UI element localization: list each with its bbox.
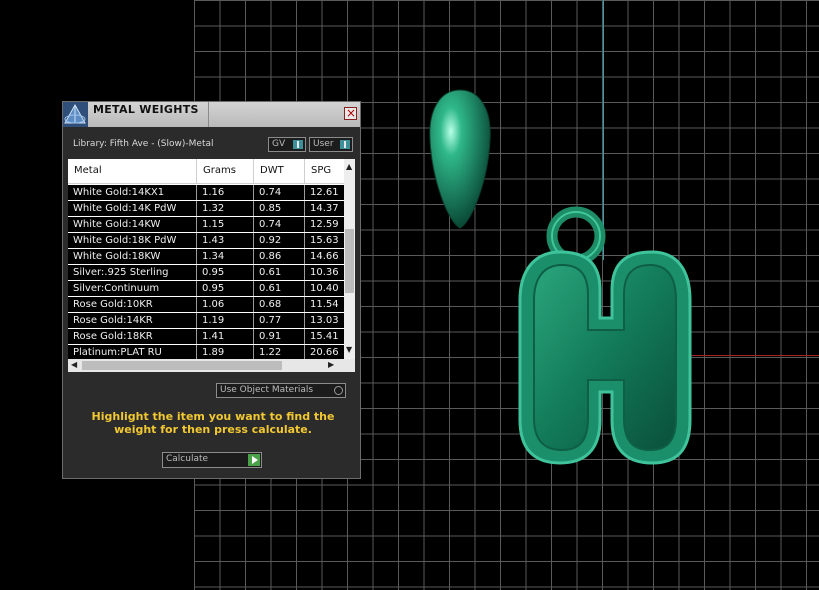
vertical-scroll-thumb[interactable] — [345, 229, 354, 293]
calculate-label: Calculate — [166, 454, 209, 464]
cell-metal: Silver:Continuum — [68, 281, 197, 296]
cell-grams: 0.95 — [197, 265, 254, 280]
dialog-title: METAL WEIGHTS — [93, 103, 199, 116]
table-row[interactable]: Silver:Continuum 0.95 0.61 10.40 — [68, 281, 344, 296]
cell-spg: 15.41 — [310, 331, 339, 342]
user-toggle-label: User — [313, 139, 334, 149]
close-button[interactable]: × — [344, 106, 357, 120]
table-row[interactable]: Silver:.925 Sterling 0.95 0.61 10.36 — [68, 265, 344, 280]
cell-dwt: 0.61 — [254, 265, 305, 280]
vertical-scrollbar[interactable]: ▲ ▼ — [344, 159, 355, 359]
table-row[interactable]: White Gold:14K PdW 1.32 0.85 14.37 — [68, 201, 344, 216]
table-row[interactable]: White Gold:18K PdW 1.43 0.92 15.63 — [68, 233, 344, 248]
cell-metal: White Gold:18KW — [68, 249, 197, 264]
cell-metal: White Gold:14KW — [68, 217, 197, 232]
table-row[interactable]: White Gold:18KW 1.34 0.86 14.66 — [68, 249, 344, 264]
cell-grams: 1.32 — [197, 201, 254, 216]
cell-metal: White Gold:18K PdW — [68, 233, 197, 248]
cell-spg: 10.40 — [310, 283, 339, 294]
close-icon: × — [346, 106, 357, 120]
cell-dwt: 0.61 — [254, 281, 305, 296]
horizontal-scrollbar[interactable]: ◀ ▶ — [68, 359, 355, 372]
cell-spg: 14.37 — [310, 203, 339, 214]
metal-weights-dialog: METAL WEIGHTS × Library: Fifth Ave - (Sl… — [62, 101, 361, 479]
cell-metal: White Gold:14KX1 — [68, 185, 197, 200]
dialog-titlebar[interactable]: METAL WEIGHTS × — [63, 102, 360, 127]
gv-toggle-label: GV — [272, 139, 286, 149]
cell-grams: 1.43 — [197, 233, 254, 248]
cell-spg: 15.63 — [310, 235, 339, 246]
column-header-spg[interactable]: SPG — [305, 159, 344, 183]
instruction-text: Highlight the item you want to find the … — [91, 410, 335, 436]
table-row[interactable]: White Gold:14KX1 1.16 0.74 12.61 — [68, 185, 344, 200]
cell-dwt: 0.74 — [254, 185, 305, 200]
cell-metal: Platinum:PLAT RU — [68, 345, 197, 360]
cell-dwt: 0.92 — [254, 233, 305, 248]
scroll-up-arrow-icon[interactable]: ▲ — [346, 162, 352, 171]
table-row[interactable]: Rose Gold:14KR 1.19 0.77 13.03 — [68, 313, 344, 328]
cell-metal: Silver:.925 Sterling — [68, 265, 197, 280]
cell-grams: 1.15 — [197, 217, 254, 232]
teardrop-model[interactable] — [429, 89, 491, 229]
cell-dwt: 0.77 — [254, 313, 305, 328]
calculate-button[interactable]: Calculate — [162, 452, 262, 468]
use-object-materials-option[interactable]: Use Object Materials — [216, 383, 346, 398]
horizontal-scroll-thumb[interactable] — [82, 361, 282, 370]
cell-spg: 14.66 — [310, 251, 339, 262]
cell-grams: 1.41 — [197, 329, 254, 344]
cell-metal: Rose Gold:10KR — [68, 297, 197, 312]
cell-spg: 11.54 — [310, 299, 339, 310]
table-row[interactable]: Rose Gold:18KR 1.41 0.91 15.41 — [68, 329, 344, 344]
cell-grams: 0.95 — [197, 281, 254, 296]
cell-metal: Rose Gold:18KR — [68, 329, 197, 344]
cell-spg: 20.66 — [310, 347, 339, 358]
scroll-right-arrow-icon[interactable]: ▶ — [328, 360, 334, 369]
play-icon — [248, 454, 260, 466]
use-object-materials-label: Use Object Materials — [220, 385, 314, 395]
scroll-down-arrow-icon[interactable]: ▼ — [346, 345, 352, 354]
cell-spg: 10.36 — [310, 267, 339, 278]
table-row[interactable]: Rose Gold:10KR 1.06 0.68 11.54 — [68, 297, 344, 312]
cell-spg: 13.03 — [310, 315, 339, 326]
table-row[interactable]: Platinum:PLAT RU 1.89 1.22 20.66 — [68, 345, 344, 360]
cell-dwt: 0.86 — [254, 249, 305, 264]
cell-dwt: 0.74 — [254, 217, 305, 232]
scroll-left-arrow-icon[interactable]: ◀ — [71, 360, 77, 369]
column-header-metal[interactable]: Metal — [68, 159, 197, 183]
cell-dwt: 0.91 — [254, 329, 305, 344]
cell-spg: 12.59 — [310, 219, 339, 230]
toggle-switch-icon — [293, 140, 303, 149]
toggle-switch-icon — [340, 140, 350, 149]
metal-table[interactable]: Metal Grams DWT SPG White Gold:14KX1 1.1… — [68, 159, 355, 372]
cell-grams: 1.19 — [197, 313, 254, 328]
cell-dwt: 0.85 — [254, 201, 305, 216]
cell-grams: 1.89 — [197, 345, 254, 360]
cell-grams: 1.34 — [197, 249, 254, 264]
pyramid-logo-icon — [63, 102, 88, 127]
table-header: Metal Grams DWT SPG — [68, 159, 355, 184]
column-header-dwt[interactable]: DWT — [254, 159, 305, 183]
cell-metal: Rose Gold:14KR — [68, 313, 197, 328]
cell-dwt: 0.68 — [254, 297, 305, 312]
user-toggle[interactable]: User — [309, 137, 353, 152]
column-header-grams[interactable]: Grams — [197, 159, 254, 183]
gv-toggle[interactable]: GV — [268, 137, 306, 152]
cell-grams: 1.16 — [197, 185, 254, 200]
library-label: Library: Fifth Ave - (Slow)-Metal — [73, 139, 214, 149]
titlebar-divider — [208, 102, 209, 127]
cell-dwt: 1.22 — [254, 345, 305, 360]
cell-grams: 1.06 — [197, 297, 254, 312]
radio-icon[interactable] — [334, 386, 343, 395]
table-row[interactable]: White Gold:14KW 1.15 0.74 12.59 — [68, 217, 344, 232]
cell-metal: White Gold:14K PdW — [68, 201, 197, 216]
cell-spg: 12.61 — [310, 187, 339, 198]
